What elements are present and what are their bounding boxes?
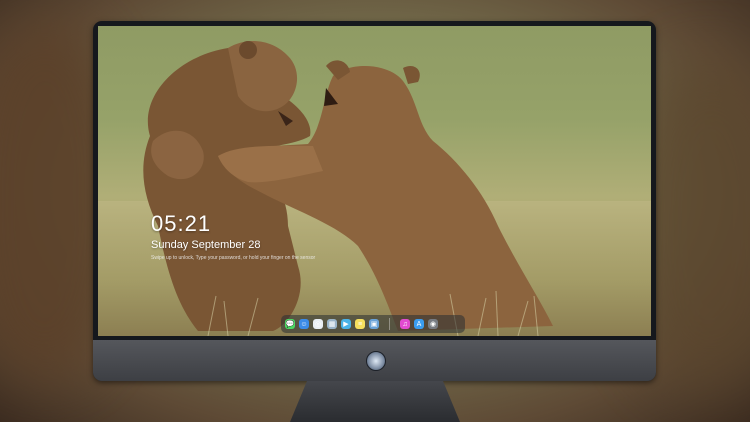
preview-icon[interactable]: ▦ — [327, 319, 337, 329]
notes-icon[interactable]: ≡ — [355, 319, 365, 329]
camera-icon[interactable]: ◉ — [428, 319, 438, 329]
app-store-icon[interactable]: A — [414, 319, 424, 329]
videos-icon[interactable]: ▶ — [341, 319, 351, 329]
dock-separator — [389, 318, 390, 330]
safari-icon[interactable]: ◎ — [313, 319, 323, 329]
brand-logo-icon — [366, 351, 386, 371]
monitor-stand — [290, 381, 460, 422]
lock-screen-time: 05:21 — [151, 211, 212, 236]
lock-screen[interactable]: 05:21 Sunday September 28 Swipe up to un… — [98, 26, 651, 336]
dock: 💬 ☺ ◎ ▦ ▶ ≡ ▣ ♫ A ◉ — [281, 315, 465, 333]
wallpaper-bears — [143, 41, 553, 336]
lock-screen-date: Sunday September 28 — [151, 239, 261, 251]
itunes-icon[interactable]: ♫ — [400, 319, 410, 329]
messages-icon[interactable]: 💬 — [285, 319, 295, 329]
photos-icon[interactable]: ▣ — [369, 319, 379, 329]
unlock-hint: Swipe up to unlock, Type your password, … — [151, 255, 316, 261]
finder-icon[interactable]: ☺ — [299, 319, 309, 329]
